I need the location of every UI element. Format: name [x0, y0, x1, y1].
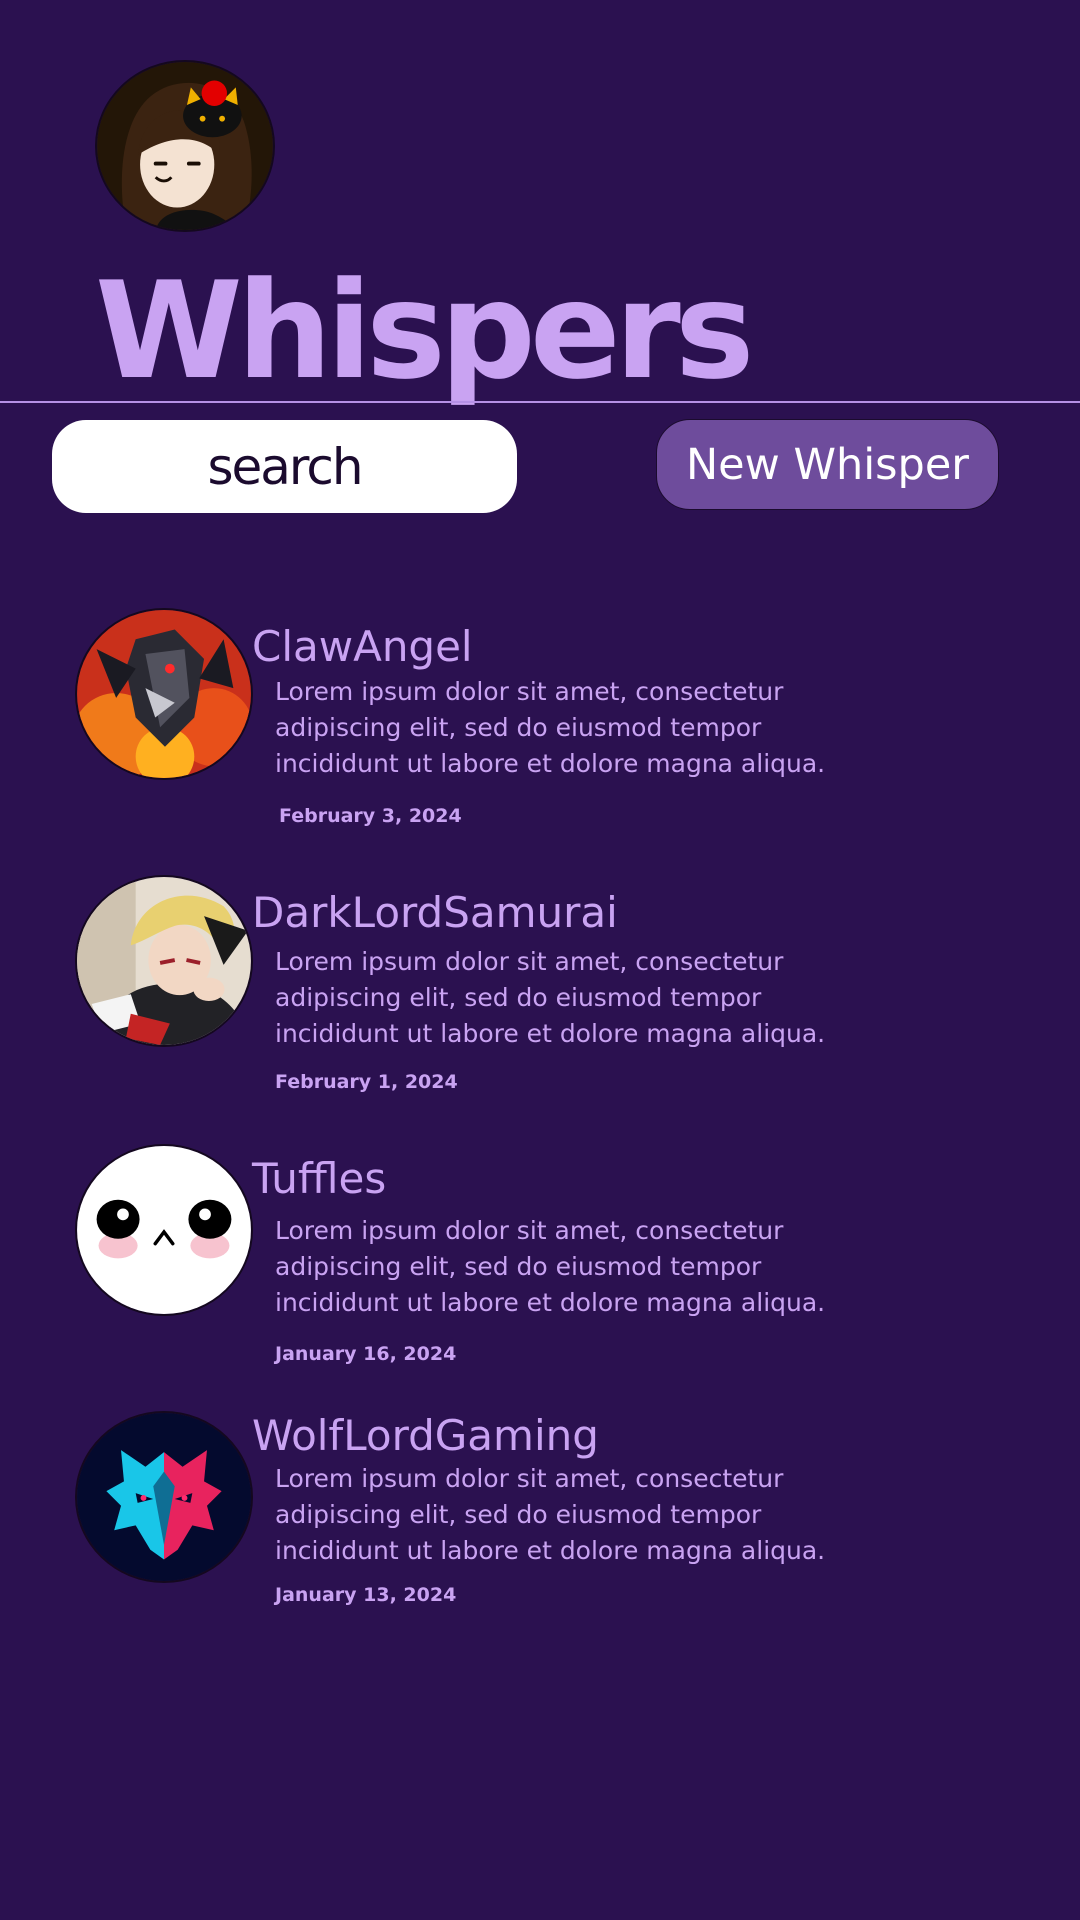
search-input[interactable] [52, 420, 517, 513]
header-divider [0, 401, 1080, 403]
whisper-item[interactable]: DarkLordSamurai Lorem ipsum dolor sit am… [0, 875, 1080, 1115]
dragon-avatar-image [77, 610, 251, 778]
post-username[interactable]: WolfLordGaming [252, 1411, 599, 1461]
wolf-avatar[interactable] [75, 1411, 253, 1583]
post-date: January 13, 2024 [275, 1584, 457, 1606]
cute-face-avatar-image [77, 1146, 251, 1314]
post-body: Lorem ipsum dolor sit amet, consectetur … [275, 1464, 826, 1565]
post-body: Lorem ipsum dolor sit amet, consectetur … [275, 947, 826, 1048]
post-body: Lorem ipsum dolor sit amet, consectetur … [275, 1216, 826, 1317]
wolf-avatar-image [77, 1413, 251, 1581]
whisper-item[interactable]: ClawAngel Lorem ipsum dolor sit amet, co… [0, 608, 1080, 848]
cute-face-avatar[interactable] [75, 1144, 253, 1316]
post-username[interactable]: ClawAngel [252, 622, 473, 672]
post-date: February 1, 2024 [275, 1071, 458, 1093]
post-date: February 3, 2024 [279, 805, 462, 827]
app-title: Whispers [95, 253, 755, 409]
whisper-item[interactable]: WolfLordGaming Lorem ipsum dolor sit ame… [0, 1411, 1080, 1651]
post-username[interactable]: Tuffles [252, 1154, 386, 1204]
profile-avatar-image [97, 62, 273, 230]
post-username[interactable]: DarkLordSamurai [252, 888, 618, 938]
anime-boy-avatar-image [77, 877, 251, 1045]
dragon-avatar[interactable] [75, 608, 253, 780]
anime-boy-avatar[interactable] [75, 875, 253, 1047]
new-whisper-button[interactable]: New Whisper [656, 419, 999, 510]
whisper-item[interactable]: Tuffles Lorem ipsum dolor sit amet, cons… [0, 1144, 1080, 1384]
post-body: Lorem ipsum dolor sit amet, consectetur … [275, 677, 826, 778]
post-date: January 16, 2024 [275, 1343, 457, 1365]
profile-avatar[interactable] [95, 60, 275, 232]
